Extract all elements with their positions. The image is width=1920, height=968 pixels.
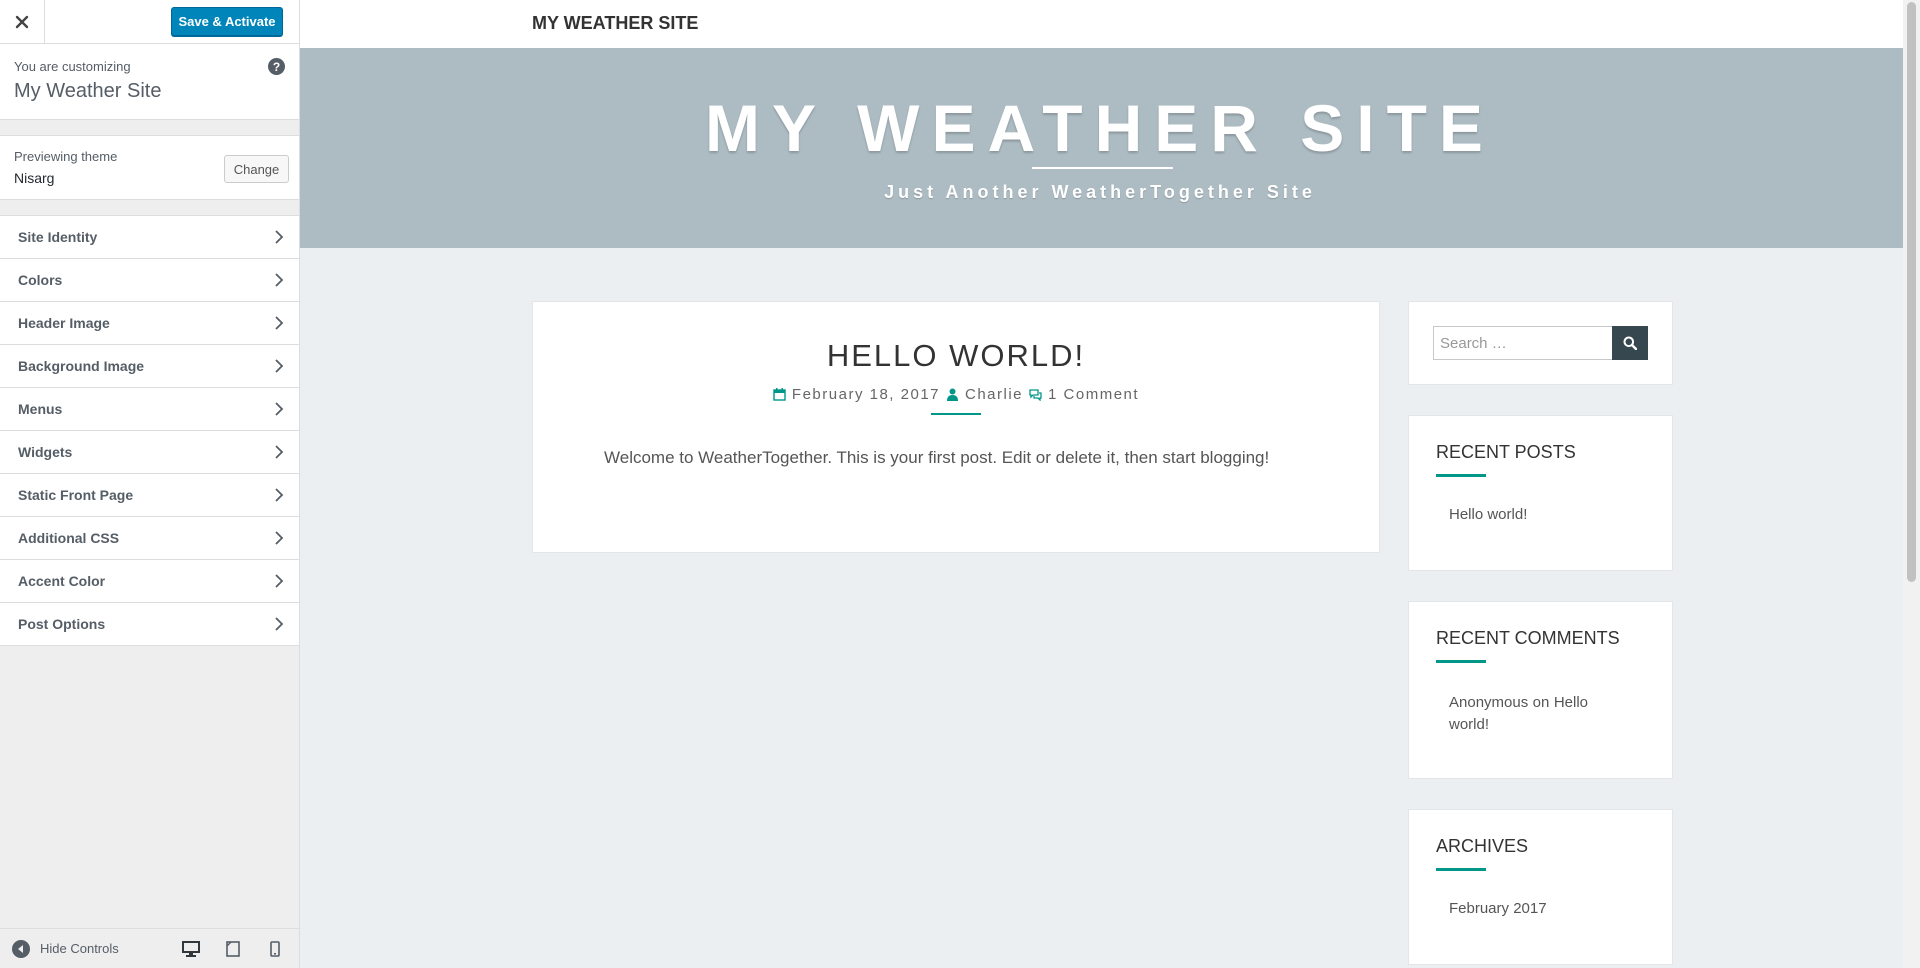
site-preview: MY WEATHER SITE MY WEATHER SITE Just Ano…	[300, 0, 1920, 968]
site-header-banner: MY WEATHER SITE Just Another WeatherToge…	[300, 48, 1920, 248]
recent-comments-widget: RECENT COMMENTS Anonymous on Hello world…	[1408, 601, 1673, 779]
comment-post-link-cont[interactable]: world!	[1449, 716, 1489, 733]
post-date-link[interactable]: February 18, 2017	[792, 386, 940, 403]
mobile-icon[interactable]	[263, 937, 287, 961]
save-activate-button[interactable]: Save & Activate	[171, 7, 283, 36]
site-navbar: MY WEATHER SITE	[300, 0, 1920, 48]
recent-posts-title: RECENT POSTS	[1436, 442, 1576, 462]
search-widget	[1408, 301, 1673, 385]
calendar-icon	[773, 388, 786, 401]
post-author-link[interactable]: Charlie	[965, 386, 1023, 403]
section-menus[interactable]: Menus	[0, 388, 299, 431]
customizer-header: Save & Activate	[0, 0, 299, 44]
post-card: HELLO WORLD! February 18, 2017 Charlie 1…	[532, 301, 1380, 553]
close-icon	[15, 15, 29, 29]
hero-tagline: Just Another WeatherTogether Site	[884, 182, 1316, 202]
archives-widget: ARCHIVES February 2017	[1408, 809, 1673, 965]
section-widgets[interactable]: Widgets	[0, 431, 299, 474]
change-theme-button[interactable]: Change	[224, 155, 289, 183]
customizer-footer: Hide Controls	[0, 928, 299, 968]
archive-link[interactable]: February 2017	[1449, 900, 1547, 917]
chevron-right-icon	[275, 531, 284, 545]
chevron-right-icon	[275, 617, 284, 631]
post-excerpt: Welcome to WeatherTogether. This is your…	[604, 448, 1270, 467]
user-icon	[947, 388, 958, 401]
section-post-options[interactable]: Post Options	[0, 603, 299, 646]
section-header-image[interactable]: Header Image	[0, 302, 299, 345]
section-label: Widgets	[18, 444, 73, 460]
widget-underline	[1436, 660, 1486, 663]
tablet-icon[interactable]	[221, 937, 245, 961]
hero-divider	[1032, 167, 1173, 169]
section-label: Menus	[18, 401, 63, 417]
customizer-sidebar: Save & Activate You are customizing My W…	[0, 0, 300, 968]
section-label: Post Options	[18, 616, 106, 632]
chevron-right-icon	[275, 316, 284, 330]
chevron-right-icon	[275, 445, 284, 459]
section-label: Accent Color	[18, 573, 106, 589]
post-meta: February 18, 2017 Charlie 1 Comment	[533, 386, 1379, 403]
desktop-icon[interactable]	[179, 937, 203, 961]
chevron-right-icon	[275, 230, 284, 244]
archives-title: ARCHIVES	[1436, 836, 1529, 856]
section-background-image[interactable]: Background Image	[0, 345, 299, 388]
widget-underline	[1436, 868, 1486, 871]
hide-controls-label: Hide Controls	[40, 941, 119, 956]
widget-underline	[1436, 474, 1486, 477]
chevron-right-icon	[275, 359, 284, 373]
chevron-right-icon	[275, 273, 284, 287]
section-label: Colors	[18, 272, 63, 288]
section-additional-css[interactable]: Additional CSS	[0, 517, 299, 560]
search-icon	[1623, 336, 1637, 350]
section-label: Background Image	[18, 358, 145, 374]
post-divider	[931, 413, 981, 415]
chevron-right-icon	[275, 488, 284, 502]
comments-icon	[1029, 389, 1042, 401]
section-label: Site Identity	[18, 229, 98, 245]
preview-scrollbar[interactable]	[1903, 0, 1920, 968]
recent-comments-title: RECENT COMMENTS	[1436, 628, 1620, 648]
section-label: Static Front Page	[18, 487, 134, 503]
theme-panel: Previewing theme Nisarg Change	[0, 135, 299, 200]
customizer-sections: Site Identity Colors Header Image Backgroun…	[0, 215, 299, 646]
post-comments-link[interactable]: 1 Comment	[1048, 386, 1139, 403]
device-preview-buttons	[179, 937, 287, 961]
customizing-info-panel: You are customizing My Weather Site ?	[0, 44, 299, 120]
site-name-title: My Weather Site	[14, 80, 162, 102]
collapse-arrow-icon	[12, 939, 30, 958]
question-icon[interactable]: ?	[268, 58, 285, 75]
post-title[interactable]: HELLO WORLD!	[533, 338, 1379, 374]
customizing-label: You are customizing	[14, 59, 131, 74]
section-site-identity[interactable]: Site Identity	[0, 216, 299, 259]
comment-on-text: on	[1532, 694, 1550, 711]
comment-post-link[interactable]: Hello	[1554, 694, 1588, 711]
chevron-right-icon	[275, 402, 284, 416]
section-colors[interactable]: Colors	[0, 259, 299, 302]
close-customizer-button[interactable]	[0, 0, 45, 44]
search-button[interactable]	[1612, 326, 1648, 360]
section-accent-color[interactable]: Accent Color	[0, 560, 299, 603]
section-label: Header Image	[18, 315, 110, 331]
search-input[interactable]	[1433, 326, 1613, 360]
hide-controls-button[interactable]: Hide Controls	[12, 939, 119, 958]
scrollbar-thumb[interactable]	[1907, 2, 1916, 582]
hero-site-title[interactable]: MY WEATHER SITE	[300, 90, 1900, 166]
section-label: Additional CSS	[18, 530, 120, 546]
comment-author: Anonymous	[1449, 694, 1529, 711]
section-static-front-page[interactable]: Static Front Page	[0, 474, 299, 517]
chevron-right-icon	[275, 574, 284, 588]
recent-post-link[interactable]: Hello world!	[1449, 506, 1527, 523]
recent-posts-widget: RECENT POSTS Hello world!	[1408, 415, 1673, 571]
recent-comment-item: Anonymous on Hello world!	[1449, 692, 1639, 736]
site-brand-link[interactable]: MY WEATHER SITE	[532, 13, 698, 34]
